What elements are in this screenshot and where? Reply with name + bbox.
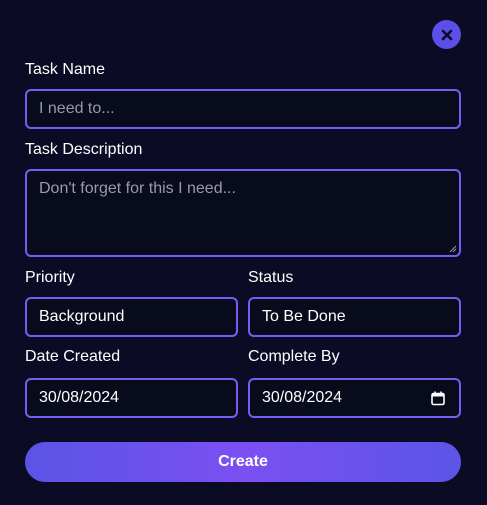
close-button[interactable] <box>432 20 461 49</box>
complete-by-input[interactable]: 30/08/2024 <box>248 378 461 418</box>
create-task-modal: Task Name I need to... Task Description … <box>0 0 487 505</box>
calendar-icon[interactable] <box>431 391 445 406</box>
status-label: Status <box>248 269 294 286</box>
date-created-label: Date Created <box>25 348 121 365</box>
resize-grip-icon[interactable] <box>449 245 457 253</box>
status-input[interactable]: To Be Done <box>248 297 461 337</box>
complete-by-label: Complete By <box>248 348 340 365</box>
task-name-input[interactable]: I need to... <box>25 89 461 129</box>
task-description-placeholder: Don't forget for this I need... <box>39 180 236 197</box>
complete-by-value: 30/08/2024 <box>262 389 343 406</box>
task-name-label: Task Name <box>25 61 106 78</box>
date-created-input[interactable]: 30/08/2024 <box>25 378 238 418</box>
priority-label: Priority <box>25 269 75 286</box>
priority-input[interactable]: Background <box>25 297 238 337</box>
task-description-textarea[interactable]: Don't forget for this I need... <box>25 169 461 257</box>
task-description-label: Task Description <box>25 141 143 158</box>
close-icon <box>441 29 452 40</box>
create-button[interactable]: Create <box>25 442 461 482</box>
